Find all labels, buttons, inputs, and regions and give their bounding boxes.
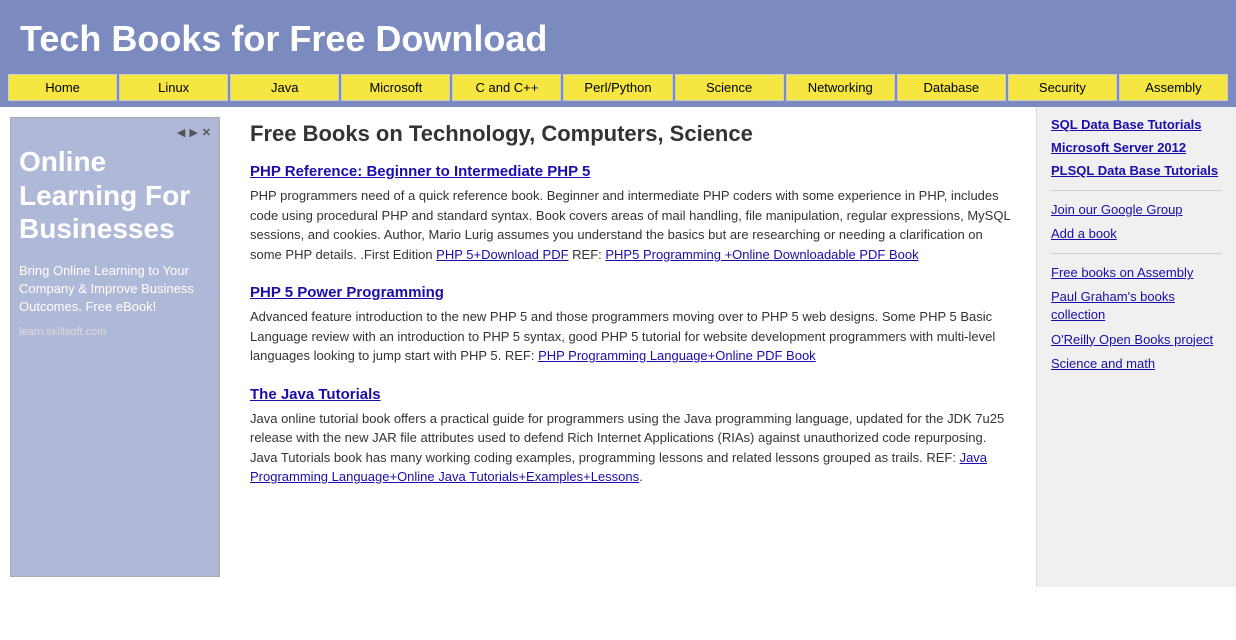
right-link-add[interactable]: Add a book — [1051, 225, 1222, 243]
ad-next-icon[interactable]: ▶ — [189, 126, 197, 139]
book-desc-1: PHP programmers need of a quick referenc… — [250, 186, 1016, 264]
ad-close-icon[interactable]: ✕ — [202, 126, 211, 139]
book-entry-1: PHP Reference: Beginner to Intermediate … — [250, 163, 1016, 264]
book1-link2[interactable]: PHP5 Programming +Online Downloadable PD… — [605, 247, 918, 262]
page-header: Tech Books for Free Download — [0, 0, 1236, 74]
ad-controls: ◀ ▶ ✕ — [19, 126, 211, 139]
right-link-google[interactable]: Join our Google Group — [1051, 201, 1222, 219]
nav-item-linux[interactable]: Linux — [119, 74, 228, 101]
main-content-area: Free Books on Technology, Computers, Sci… — [230, 107, 1036, 587]
right-link-ms[interactable]: Microsoft Server 2012 — [1051, 140, 1222, 157]
nav-item-database[interactable]: Database — [897, 74, 1006, 101]
right-link-science[interactable]: Science and math — [1051, 355, 1222, 373]
nav-items-container: HomeLinuxJavaMicrosoftC and C++Perl/Pyth… — [0, 74, 1236, 101]
book3-link1[interactable]: Java Programming Language+Online Java Tu… — [250, 450, 987, 485]
right-link-assembly[interactable]: Free books on Assembly — [1051, 264, 1222, 282]
book1-link1[interactable]: PHP 5+Download PDF — [436, 247, 568, 262]
right-link-sql[interactable]: SQL Data Base Tutorials — [1051, 117, 1222, 134]
right-link-plsql[interactable]: PLSQL Data Base Tutorials — [1051, 163, 1222, 180]
right-divider-1 — [1051, 190, 1222, 191]
book-title-1[interactable]: PHP Reference: Beginner to Intermediate … — [250, 163, 590, 180]
ad-prev-icon[interactable]: ◀ — [177, 126, 185, 139]
ad-body: Bring Online Learning to Your Company & … — [19, 262, 211, 317]
right-sidebar: SQL Data Base Tutorials Microsoft Server… — [1036, 107, 1236, 587]
nav-item-networking[interactable]: Networking — [786, 74, 895, 101]
nav-item-security[interactable]: Security — [1008, 74, 1117, 101]
book-title-2[interactable]: PHP 5 Power Programming — [250, 284, 444, 301]
site-title: Tech Books for Free Download — [20, 18, 1216, 60]
nav-item-java[interactable]: Java — [230, 74, 339, 101]
book-title-3[interactable]: The Java Tutorials — [250, 386, 381, 403]
nav-item-science[interactable]: Science — [675, 74, 784, 101]
right-link-oreilly[interactable]: O'Reilly Open Books project — [1051, 331, 1222, 349]
right-divider-2 — [1051, 253, 1222, 254]
left-sidebar: ◀ ▶ ✕ Online Learning For Businesses Bri… — [0, 107, 230, 587]
ad-footer: learn.skillsoft.com — [19, 326, 211, 338]
book-entry-3: The Java Tutorials Java online tutorial … — [250, 386, 1016, 487]
navigation-bar: HomeLinuxJavaMicrosoftC and C++Perl/Pyth… — [0, 74, 1236, 107]
nav-item-assembly[interactable]: Assembly — [1119, 74, 1228, 101]
nav-item-c-cpp[interactable]: C and C++ — [452, 74, 561, 101]
book-desc-3: Java online tutorial book offers a pract… — [250, 409, 1016, 487]
ad-headline: Online Learning For Businesses — [19, 145, 211, 246]
book-entry-2: PHP 5 Power Programming Advanced feature… — [250, 284, 1016, 366]
nav-item-microsoft[interactable]: Microsoft — [341, 74, 450, 101]
book2-link1[interactable]: PHP Programming Language+Online PDF Book — [538, 348, 816, 363]
main-heading: Free Books on Technology, Computers, Sci… — [250, 121, 1016, 147]
advertisement-box: ◀ ▶ ✕ Online Learning For Businesses Bri… — [10, 117, 220, 577]
body-wrapper: ◀ ▶ ✕ Online Learning For Businesses Bri… — [0, 107, 1236, 587]
nav-item-perl-python[interactable]: Perl/Python — [563, 74, 672, 101]
right-link-graham[interactable]: Paul Graham's books collection — [1051, 288, 1222, 324]
nav-item-home[interactable]: Home — [8, 74, 117, 101]
book-desc-2: Advanced feature introduction to the new… — [250, 307, 1016, 366]
